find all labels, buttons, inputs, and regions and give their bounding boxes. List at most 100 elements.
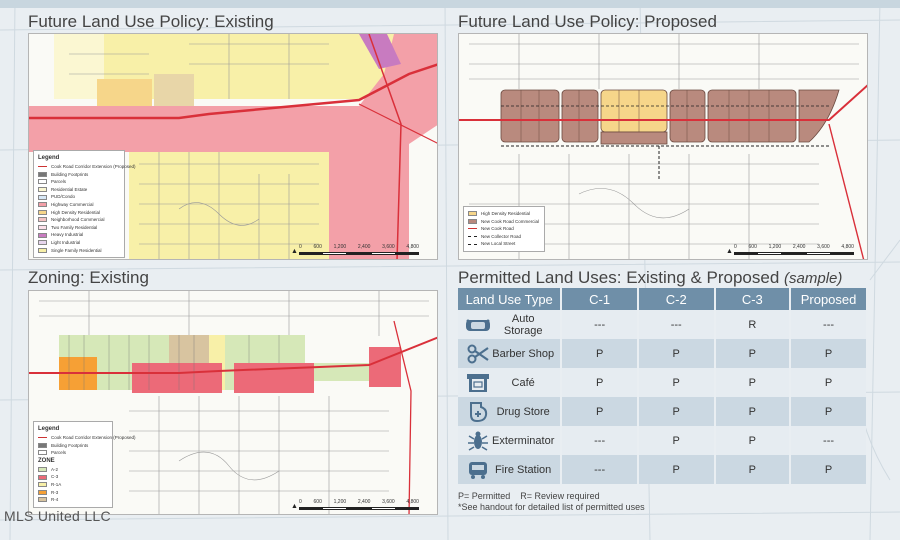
note-review: R= Review required — [520, 491, 600, 501]
value-c1: P — [560, 339, 638, 368]
header-strip — [0, 0, 900, 8]
use-name: Fire Station — [495, 463, 552, 476]
legend-item: Parcels — [38, 178, 120, 186]
table-header-row: Land Use Type C-1 C-2 C-3 Proposed — [458, 288, 866, 310]
title-flu-proposed: Future Land Use Policy: Proposed — [458, 12, 717, 31]
title-permitted-uses: Permitted Land Uses: Existing & Proposed… — [458, 268, 842, 288]
table-row: Barber Shop P P P P — [458, 339, 866, 368]
fire-truck-icon — [464, 458, 492, 482]
pharmacy-icon — [464, 400, 492, 424]
value-proposed: P — [789, 397, 866, 426]
permitted-uses-table: Land Use Type C-1 C-2 C-3 Proposed Auto … — [458, 288, 866, 484]
header-c3: C-3 — [713, 288, 791, 310]
legend-item: Two Family Residential — [38, 224, 120, 232]
legend-item: R-4 — [38, 496, 108, 504]
value-proposed: P — [789, 368, 866, 397]
legend-zoning: Legend Cook Road Corridor Extension (Pro… — [33, 421, 136, 508]
table-row: Fire Station --- P P P — [458, 455, 866, 484]
table-row: Exterminator --- P P --- — [458, 426, 866, 455]
legend-item: New Collector Road — [468, 233, 540, 241]
title-flu-existing: Future Land Use Policy: Existing — [28, 12, 274, 31]
title-zoning-existing: Zoning: Existing — [28, 268, 149, 287]
permitted-title-sample: (sample) — [784, 270, 843, 287]
use-cell: Barber Shop — [458, 339, 562, 368]
bug-spray-icon — [464, 429, 492, 453]
use-name: Auto Storage — [503, 312, 543, 337]
header-land-use-type: Land Use Type — [458, 288, 562, 310]
legend-item: Single Family Residential — [38, 247, 120, 255]
table-row: Auto Storage --- --- R --- — [458, 310, 866, 339]
value-c2: P — [636, 455, 715, 484]
scale-bar: 0 600 1,200 2,400 3,600 4,800 — [299, 499, 420, 510]
legend-item: Neighborhood Commercial — [38, 216, 120, 224]
map-flu-proposed: High Density Residential New Cook Road C… — [458, 33, 868, 260]
map-flu-existing: Legend Cook Road Corridor Extension (Pro… — [28, 33, 438, 260]
legend-item: Heavy Industrial — [38, 231, 120, 239]
value-proposed: P — [789, 339, 866, 368]
legend-item: Building Footprints — [38, 171, 120, 179]
header-c2: C-2 — [636, 288, 715, 310]
map-zoning-existing: Legend Cook Road Corridor Extension (Pro… — [28, 290, 438, 515]
scissors-icon — [464, 342, 492, 366]
legend-zone-title: ZONE — [38, 457, 55, 464]
legend-item: Highway Commercial — [38, 201, 120, 209]
legend-item: Cook Road Corridor Extension (Proposed) — [38, 434, 136, 442]
value-c3: P — [713, 426, 791, 455]
permitted-title-main: Permitted Land Uses: Existing & Proposed — [458, 268, 780, 287]
value-c3: P — [713, 339, 791, 368]
scale-bar: 0 600 1,200 2,400 3,600 4,800 — [299, 244, 420, 255]
use-cell: Auto Storage — [458, 310, 562, 339]
legend-item: PUD/Condo — [38, 193, 120, 201]
legend-item: Residential Estate — [38, 186, 120, 194]
legend-flu-existing: Legend Cook Road Corridor Extension (Pro… — [33, 150, 136, 259]
legend-item: C-3 — [38, 473, 108, 481]
value-c1: --- — [560, 310, 638, 339]
table-row: Drug Store P P P P — [458, 397, 866, 426]
value-c3: P — [713, 368, 791, 397]
legend-item: Cook Road Corridor Extension (Proposed) — [38, 163, 136, 171]
value-c3: P — [713, 455, 791, 484]
notes-legend-line: P= Permitted R= Review required — [458, 491, 645, 502]
use-cell: Café — [458, 368, 562, 397]
value-proposed: --- — [789, 426, 866, 455]
legend-item: New Cook Road — [468, 225, 540, 233]
value-c2: P — [636, 368, 715, 397]
value-c3: P — [713, 397, 791, 426]
header-proposed: Proposed — [789, 288, 866, 310]
value-c1: P — [560, 368, 638, 397]
value-c2: P — [636, 426, 715, 455]
scale-bar: 0 600 1,200 2,400 3,600 4,800 — [734, 244, 855, 255]
legend-item: R-1A — [38, 481, 108, 489]
legend-item: Light Industrial — [38, 239, 120, 247]
north-arrow-icon: ▲ — [291, 248, 298, 255]
table-row: Café P P P P — [458, 368, 866, 397]
north-arrow-icon: ▲ — [726, 248, 733, 255]
value-proposed: --- — [789, 310, 866, 339]
use-name: Café — [511, 376, 535, 389]
legend-item: New Cook Road Commercial — [468, 218, 540, 226]
value-c1: P — [560, 397, 638, 426]
value-c2: P — [636, 339, 715, 368]
legend-item: R-3 — [38, 489, 108, 497]
note-handout: *See handout for detailed list of permit… — [458, 502, 645, 512]
legend-item: A-2 — [38, 466, 108, 474]
legend-item: New Local Street — [468, 240, 540, 248]
north-arrow-icon: ▲ — [291, 503, 298, 510]
legend-title: Legend — [38, 426, 60, 432]
legend-item: Parcels — [38, 449, 108, 457]
use-name: Drug Store — [496, 405, 550, 418]
use-cell: Fire Station — [458, 455, 562, 484]
use-name: Barber Shop — [492, 347, 555, 360]
header-c1: C-1 — [560, 288, 638, 310]
watermark: MLS United LLC — [4, 508, 111, 524]
value-c2: --- — [636, 310, 715, 339]
use-name: Exterminator — [492, 434, 555, 447]
note-permitted: P= Permitted — [458, 491, 511, 501]
storefront-icon — [464, 371, 492, 395]
legend-item: High Density Residential — [38, 209, 120, 217]
legend-item: High Density Residential — [468, 210, 540, 218]
value-c1: --- — [560, 426, 638, 455]
use-cell: Exterminator — [458, 426, 562, 455]
legend-title: Legend — [38, 155, 60, 161]
value-c2: P — [636, 397, 715, 426]
